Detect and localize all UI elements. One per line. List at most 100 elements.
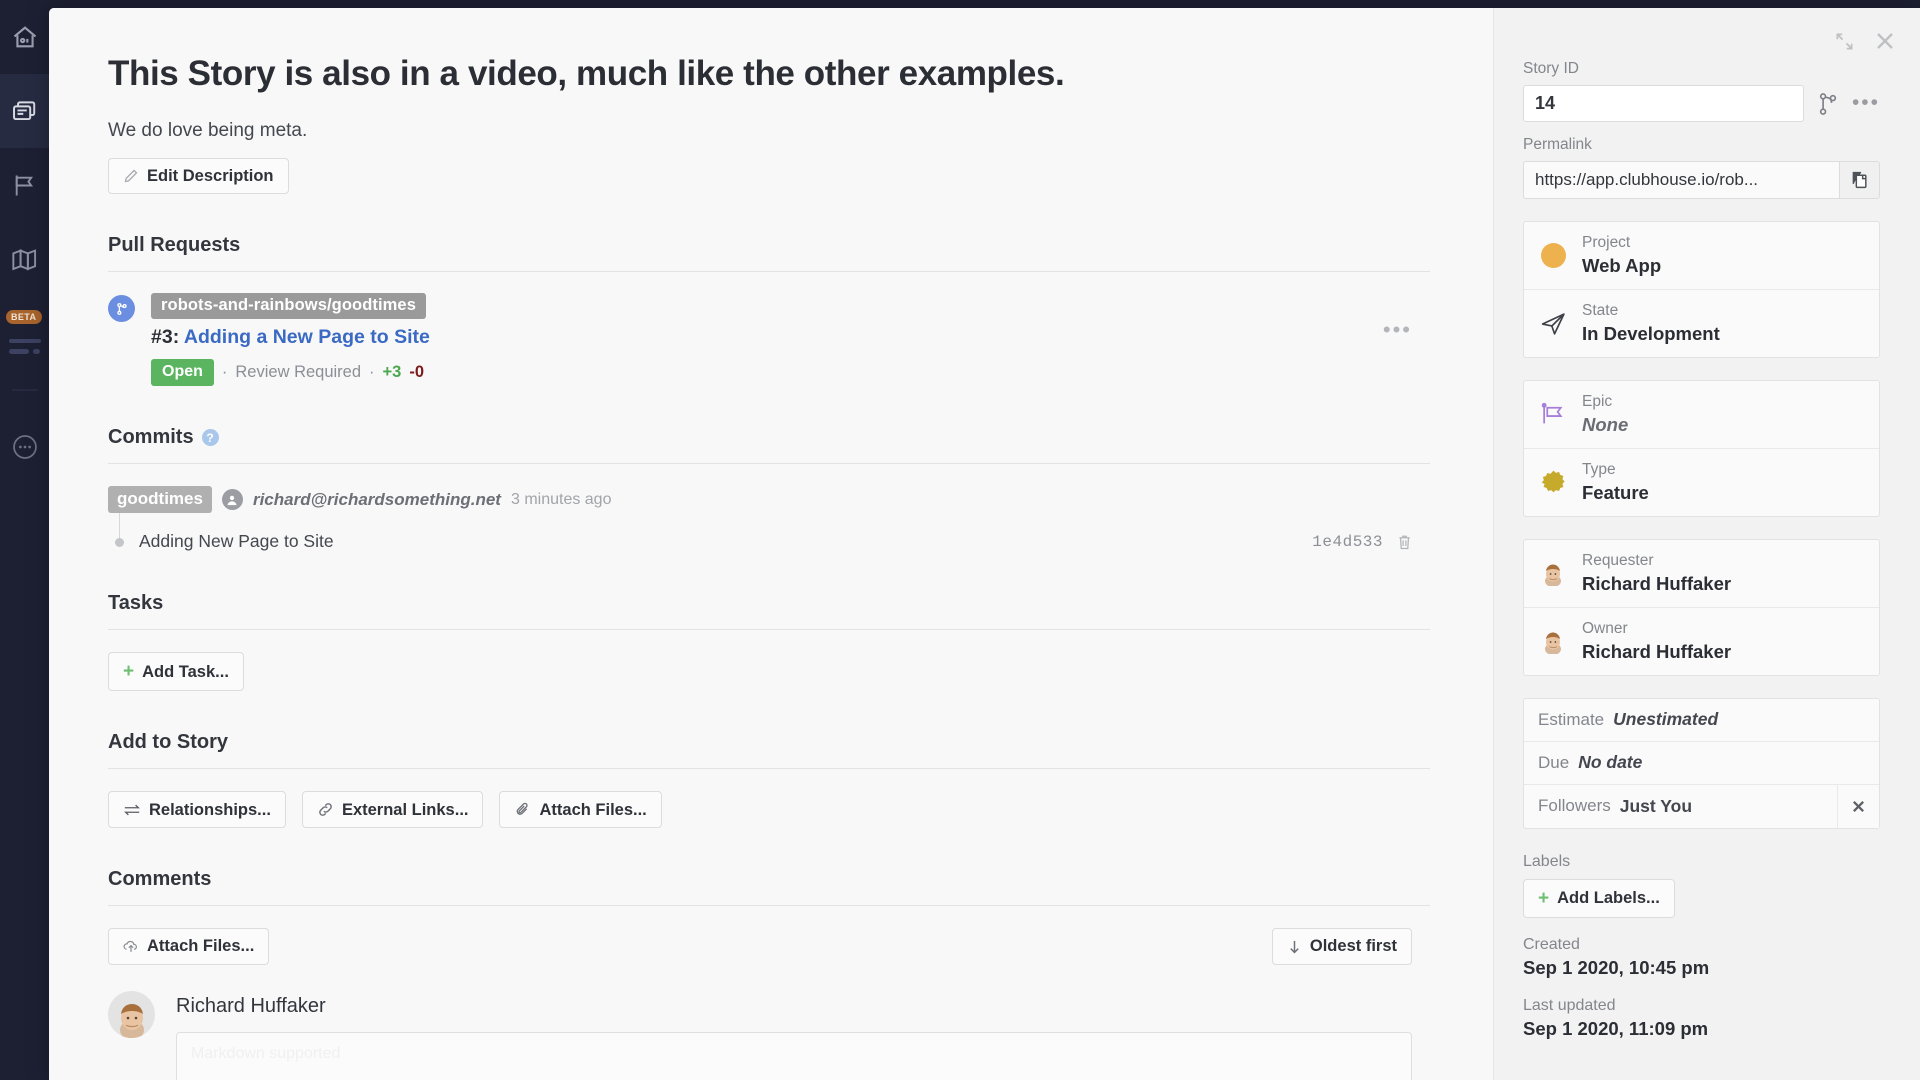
- sidebar-row-due[interactable]: Due No date: [1524, 742, 1879, 785]
- story-id-row: •••: [1523, 85, 1880, 122]
- sidebar-row-type[interactable]: Type Feature: [1524, 449, 1879, 516]
- rail-divider: [0, 370, 49, 410]
- comment-composer: Richard Huffaker: [108, 990, 1430, 1080]
- ellipsis-icon[interactable]: •••: [1852, 93, 1880, 113]
- arrow-down-icon: [1287, 939, 1302, 955]
- avatar: [108, 990, 155, 1038]
- sidebar-row-project[interactable]: Project Web App: [1524, 222, 1879, 290]
- type-label: Type: [1582, 460, 1616, 478]
- story-id-input[interactable]: [1523, 85, 1804, 122]
- sidebar-row-owner[interactable]: Owner Richard Huffaker: [1524, 608, 1879, 675]
- commit-author-email: richard@richardsomething.net: [252, 489, 501, 509]
- commit-timestamp: 3 minutes ago: [510, 490, 612, 508]
- help-icon[interactable]: ?: [201, 429, 219, 447]
- relationships-button[interactable]: Relationships...: [108, 791, 286, 829]
- avatar-icon: [1538, 628, 1568, 655]
- followers-value: Just You: [1619, 795, 1693, 816]
- owner-value: Richard Huffaker: [1582, 640, 1732, 662]
- people-card: Requester Richard Huffaker Owner Richard…: [1523, 538, 1880, 676]
- commit-dot-icon: [115, 537, 124, 547]
- pencil-icon: [123, 168, 139, 184]
- comments-toolbar: Attach Files... Oldest first: [108, 928, 1430, 965]
- epic-label: Epic: [1582, 392, 1613, 410]
- more-circle-icon: [12, 435, 37, 459]
- comment-input[interactable]: [176, 1031, 1412, 1080]
- state-value: In Development: [1582, 322, 1720, 344]
- commit-row-actions: 1e4d533: [1312, 533, 1412, 551]
- relationships-icon: [123, 803, 141, 817]
- trash-icon[interactable]: [1397, 534, 1412, 550]
- pull-request-row[interactable]: robots-and-rainbows/goodtimes #3: Adding…: [108, 293, 1430, 387]
- story-detail-modal: This Story is also in a video, much like…: [49, 8, 1920, 1080]
- pr-meta: Open · Review Required · +3 -0: [151, 359, 1430, 387]
- commit-row[interactable]: Adding New Page to Site 1e4d533: [108, 513, 1430, 552]
- close-icon[interactable]: [1874, 30, 1896, 52]
- external-links-button[interactable]: External Links...: [301, 791, 484, 829]
- commit-hash[interactable]: 1e4d533: [1312, 533, 1383, 551]
- state-label: State: [1582, 301, 1619, 319]
- pull-requests-heading: Pull Requests: [108, 234, 241, 257]
- followers-label: Followers: [1538, 796, 1611, 816]
- story-id-label: Story ID: [1523, 60, 1579, 77]
- person-icon: [221, 489, 243, 511]
- pr-sep-1: ·: [221, 363, 228, 382]
- copy-icon[interactable]: [1839, 161, 1880, 199]
- attributes-card-primary: Project Web App State In Development: [1523, 221, 1880, 358]
- attach-files-label: Attach Files...: [539, 800, 647, 819]
- add-task-button[interactable]: + Add Task...: [108, 652, 244, 692]
- tasks-heading: Tasks: [108, 592, 164, 615]
- branch-icon[interactable]: [1817, 92, 1839, 116]
- map-icon: [12, 248, 37, 270]
- comment-author-name: Richard Huffaker: [176, 994, 326, 1017]
- close-icon[interactable]: [1837, 784, 1879, 828]
- sidebar-row-requester[interactable]: Requester Richard Huffaker: [1524, 540, 1879, 608]
- divider: [108, 629, 1430, 631]
- meta-card: Estimate Unestimated Due No date Followe…: [1523, 697, 1880, 829]
- collapse-icon[interactable]: [1835, 32, 1854, 51]
- add-labels-label: Add Labels...: [1557, 889, 1660, 908]
- sidebar-item-reports[interactable]: BETA: [0, 296, 49, 370]
- add-to-story-heading: Add to Story: [108, 731, 228, 754]
- permalink-row: [1523, 161, 1880, 199]
- ellipsis-icon[interactable]: •••: [1383, 319, 1412, 341]
- divider: [108, 463, 1430, 465]
- sidebar-item-home[interactable]: [0, 0, 49, 74]
- pr-repo-chip[interactable]: robots-and-rainbows/goodtimes: [151, 293, 426, 320]
- sidebar-row-followers[interactable]: Followers Just You: [1524, 784, 1879, 828]
- commits-heading-wrap: Commits ?: [108, 426, 1430, 449]
- add-labels-button[interactable]: + Add Labels...: [1523, 878, 1675, 918]
- home-icon: [13, 26, 36, 48]
- plus-icon: +: [123, 661, 135, 683]
- flag-icon: [15, 174, 34, 196]
- comments-sort-button[interactable]: Oldest first: [1271, 928, 1412, 965]
- pr-title-link[interactable]: Adding a New Page to Site: [184, 326, 430, 348]
- project-dot-icon: [1538, 242, 1568, 268]
- permalink-input[interactable]: [1523, 161, 1839, 199]
- comments-attach-files-button[interactable]: Attach Files...: [108, 928, 270, 965]
- commit-message: Adding New Page to Site: [139, 531, 334, 552]
- relationships-label: Relationships...: [149, 800, 271, 819]
- sidebar-item-epics[interactable]: [0, 148, 49, 222]
- attach-files-button[interactable]: Attach Files...: [499, 791, 662, 829]
- sidebar-row-state[interactable]: State In Development: [1524, 290, 1879, 357]
- branch-icon: [108, 295, 135, 323]
- labels-heading: Labels: [1523, 852, 1571, 870]
- sidebar-row-estimate[interactable]: Estimate Unestimated: [1524, 699, 1879, 742]
- attributes-card-secondary: Epic None Type Feature: [1523, 379, 1880, 517]
- commit-branch-chip[interactable]: goodtimes: [108, 486, 212, 514]
- reports-icon: [8, 338, 41, 354]
- sidebar-item-more[interactable]: [0, 410, 49, 484]
- feature-star-icon: [1538, 469, 1568, 496]
- pr-title-line: #3: Adding a New Page to Site: [151, 326, 1430, 349]
- tasks-section: Tasks + Add Task...: [108, 592, 1430, 692]
- edit-description-button[interactable]: Edit Description: [108, 157, 289, 195]
- sidebar-item-roadmap[interactable]: [0, 222, 49, 296]
- app-root: BETA This Story is also in a video, much…: [0, 0, 1920, 1080]
- story-content: This Story is also in a video, much like…: [49, 8, 1493, 1080]
- requester-label: Requester: [1582, 551, 1654, 569]
- epic-flag-icon: [1538, 402, 1568, 427]
- avatar-icon: [1538, 560, 1568, 587]
- sidebar-row-epic[interactable]: Epic None: [1524, 381, 1879, 449]
- sidebar-item-stories[interactable]: [0, 74, 49, 148]
- divider: [108, 905, 1430, 907]
